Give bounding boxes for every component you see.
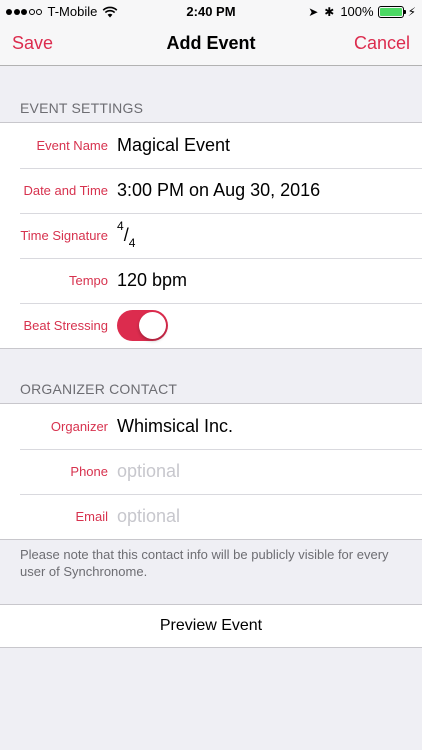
organizer-contact-header: ORGANIZER CONTACT <box>20 381 178 397</box>
tempo-label: Tempo <box>68 273 108 288</box>
organizer-row[interactable]: Organizer Whimsical Inc. <box>0 404 422 449</box>
battery-percent: 100% <box>340 4 374 19</box>
event-name-label: Event Name <box>36 138 108 153</box>
email-row[interactable]: Email <box>0 494 422 539</box>
status-right: ➤ ✱ 100% ⚡ <box>308 4 416 19</box>
beat-stressing-label: Beat Stressing <box>23 318 108 333</box>
time-signature-numerator: 4 <box>117 218 124 233</box>
battery-icon <box>377 5 406 18</box>
event-settings-header: EVENT SETTINGS <box>20 100 144 116</box>
email-label: Email <box>75 509 108 524</box>
preview-event-button[interactable]: Preview Event <box>0 604 422 648</box>
event-settings-group: Event Name Magical Event Date and Time 3… <box>0 122 422 349</box>
event-name-field[interactable]: Magical Event <box>117 135 230 156</box>
time-signature-slash: / <box>123 224 129 245</box>
date-time-label: Date and Time <box>23 183 108 198</box>
location-icon: ➤ <box>308 4 319 19</box>
email-input[interactable] <box>117 506 377 527</box>
charging-icon: ⚡ <box>407 4 416 19</box>
status-bar: T-Mobile 2:40 PM ➤ ✱ 100% ⚡ <box>0 0 422 22</box>
event-name-row[interactable]: Event Name Magical Event <box>0 123 422 168</box>
navigation-bar: Save Add Event Cancel <box>0 22 422 66</box>
time-signature-row[interactable]: Time Signature 4/4 <box>0 213 422 258</box>
time-signature-label: Time Signature <box>20 228 108 243</box>
organizer-label: Organizer <box>50 419 108 434</box>
cancel-button[interactable]: Cancel <box>354 33 410 54</box>
privacy-note: Please note that this contact info will … <box>20 547 389 579</box>
time-signature-denominator: 4 <box>128 236 136 251</box>
organizer-field[interactable]: Whimsical Inc. <box>117 416 233 437</box>
date-time-row[interactable]: Date and Time 3:00 PM on Aug 30, 2016 <box>0 168 422 213</box>
organizer-contact-group: Organizer Whimsical Inc. Phone Email <box>0 403 422 540</box>
toggle-knob <box>139 312 166 339</box>
date-time-value[interactable]: 3:00 PM on Aug 30, 2016 <box>117 180 320 201</box>
phone-input[interactable] <box>117 461 377 482</box>
beat-stressing-toggle[interactable] <box>117 310 168 341</box>
beat-stressing-row: Beat Stressing <box>0 303 422 348</box>
tempo-row[interactable]: Tempo 120 bpm <box>0 258 422 303</box>
bluetooth-icon: ✱ <box>324 4 335 19</box>
time-signature-value[interactable]: 4/4 <box>117 219 136 251</box>
phone-row[interactable]: Phone <box>0 449 422 494</box>
tempo-value[interactable]: 120 bpm <box>117 270 187 291</box>
battery-fill <box>379 7 402 16</box>
phone-label: Phone <box>70 464 108 479</box>
